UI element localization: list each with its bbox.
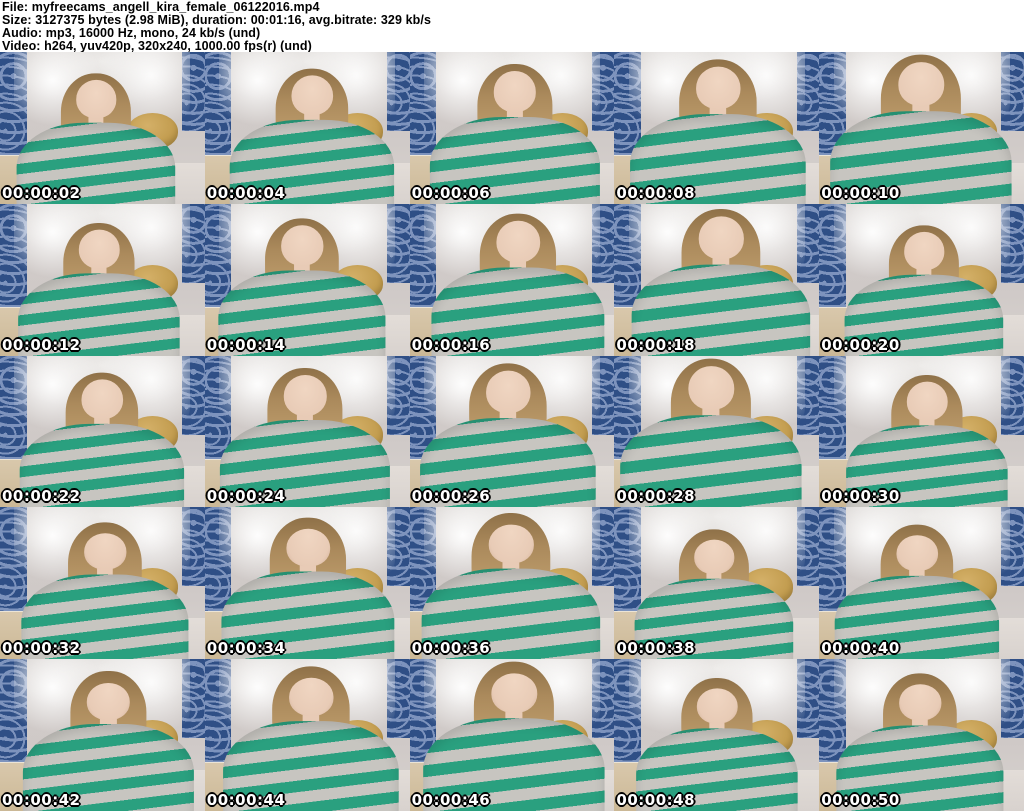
frame-timestamp: 00:00:32 bbox=[2, 639, 81, 658]
frame-timestamp: 00:00:30 bbox=[821, 487, 900, 506]
frame-timestamp: 00:00:02 bbox=[2, 183, 81, 202]
video-frame-thumbnail: 00:00:40 bbox=[819, 507, 1024, 660]
person-figure bbox=[221, 514, 395, 660]
video-frame-thumbnail: 00:00:20 bbox=[819, 203, 1024, 356]
person-face bbox=[698, 216, 744, 260]
person-face bbox=[688, 365, 734, 410]
frame-timestamp: 00:00:12 bbox=[2, 335, 81, 354]
frame-timestamp: 00:00:48 bbox=[616, 791, 696, 809]
file-info-line: File: myfreecams_angell_kira_female_0612… bbox=[2, 0, 320, 14]
video-frame-thumbnail: 00:00:28 bbox=[614, 355, 820, 508]
person-figure bbox=[431, 210, 605, 356]
thumbnail-grid: 00:00:02 00:00:04 00:00:06 00:00:08 00:0… bbox=[0, 52, 1024, 811]
person-face bbox=[289, 678, 334, 717]
frame-timestamp: 00:00:04 bbox=[206, 183, 286, 202]
person-figure bbox=[218, 215, 386, 356]
video-contact-sheet: File: myfreecams_angell_kira_female_0612… bbox=[0, 0, 1024, 811]
frame-timestamp: 00:00:20 bbox=[821, 335, 900, 354]
frame-timestamp: 00:00:24 bbox=[206, 487, 286, 506]
person-figure bbox=[423, 659, 605, 811]
video-frame-thumbnail: 00:00:32 bbox=[0, 507, 205, 660]
person-figure bbox=[619, 356, 802, 508]
video-frame-thumbnail: 00:00:26 bbox=[409, 355, 615, 508]
person-face bbox=[87, 682, 130, 720]
person-face bbox=[897, 62, 944, 107]
person-face bbox=[76, 79, 117, 119]
person-figure bbox=[421, 509, 601, 660]
person-figure bbox=[835, 671, 1004, 811]
video-frame-thumbnail: 00:00:38 bbox=[614, 507, 820, 660]
frame-timestamp: 00:00:18 bbox=[616, 335, 696, 354]
frame-timestamp: 00:00:46 bbox=[411, 791, 491, 809]
person-figure bbox=[223, 664, 400, 811]
frame-timestamp: 00:00:26 bbox=[411, 487, 491, 506]
person-face bbox=[895, 535, 938, 571]
video-info-line: Video: h264, yuv420p, 320x240, 1000.00 f… bbox=[2, 38, 312, 53]
person-figure bbox=[629, 56, 806, 204]
video-frame-thumbnail: 00:00:24 bbox=[204, 355, 410, 508]
frame-timestamp: 00:00:38 bbox=[616, 639, 696, 658]
video-frame-thumbnail: 00:00:04 bbox=[204, 52, 410, 204]
person-face bbox=[485, 370, 530, 414]
person-face bbox=[906, 381, 947, 421]
frame-timestamp: 00:00:34 bbox=[206, 639, 286, 658]
video-frame-thumbnail: 00:00:36 bbox=[409, 507, 615, 660]
person-figure bbox=[829, 52, 1012, 204]
frame-timestamp: 00:00:40 bbox=[821, 639, 900, 658]
person-face bbox=[488, 524, 534, 564]
video-frame-thumbnail: 00:00:02 bbox=[0, 52, 205, 204]
person-figure bbox=[631, 206, 811, 356]
video-frame-thumbnail: 00:00:46 bbox=[409, 659, 615, 811]
frame-timestamp: 00:00:42 bbox=[2, 791, 81, 809]
person-face bbox=[286, 528, 330, 567]
frame-timestamp: 00:00:50 bbox=[821, 791, 900, 809]
person-figure bbox=[419, 360, 596, 508]
video-frame-thumbnail: 00:00:08 bbox=[614, 52, 820, 204]
video-frame-thumbnail: 00:00:22 bbox=[0, 355, 205, 508]
size-duration-bitrate-line: Size: 3127375 bytes (2.98 MiB), duration… bbox=[2, 12, 431, 27]
person-face bbox=[898, 684, 941, 722]
person-face bbox=[283, 374, 327, 417]
frame-timestamp: 00:00:08 bbox=[616, 183, 696, 202]
frame-timestamp: 00:00:44 bbox=[206, 791, 286, 809]
frame-timestamp: 00:00:28 bbox=[616, 487, 696, 506]
person-face bbox=[84, 532, 127, 570]
frame-timestamp: 00:00:14 bbox=[206, 335, 286, 354]
person-face bbox=[79, 229, 120, 269]
video-frame-thumbnail: 00:00:16 bbox=[409, 203, 615, 356]
video-frame-thumbnail: 00:00:50 bbox=[819, 659, 1024, 811]
person-face bbox=[81, 379, 123, 420]
video-frame-thumbnail: 00:00:06 bbox=[409, 52, 615, 204]
person-face bbox=[903, 231, 944, 271]
frame-timestamp: 00:00:10 bbox=[821, 183, 900, 202]
person-face bbox=[281, 225, 324, 266]
frame-timestamp: 00:00:36 bbox=[411, 639, 491, 658]
person-face bbox=[696, 688, 738, 725]
person-figure bbox=[21, 519, 190, 660]
person-face bbox=[693, 539, 734, 574]
person-face bbox=[491, 673, 537, 714]
frame-timestamp: 00:00:06 bbox=[411, 183, 491, 202]
video-frame-thumbnail: 00:00:44 bbox=[204, 659, 410, 811]
video-frame-thumbnail: 00:00:18 bbox=[614, 203, 820, 356]
person-figure bbox=[219, 365, 391, 508]
person-face bbox=[496, 220, 540, 263]
video-frame-thumbnail: 00:00:30 bbox=[819, 355, 1024, 508]
audio-info-line: Audio: mp3, 16000 Hz, mono, 24 kb/s (und… bbox=[2, 25, 261, 40]
person-face bbox=[493, 71, 537, 113]
video-frame-thumbnail: 00:00:14 bbox=[204, 203, 410, 356]
video-frame-thumbnail: 00:00:42 bbox=[0, 659, 205, 811]
video-frame-thumbnail: 00:00:48 bbox=[614, 659, 820, 811]
frame-timestamp: 00:00:16 bbox=[411, 335, 491, 354]
person-face bbox=[291, 75, 333, 116]
video-frame-thumbnail: 00:00:34 bbox=[204, 507, 410, 660]
media-info-header: File: myfreecams_angell_kira_female_0612… bbox=[0, 0, 1024, 52]
frame-timestamp: 00:00:22 bbox=[2, 487, 81, 506]
video-frame-thumbnail: 00:00:10 bbox=[819, 52, 1024, 204]
person-figure bbox=[429, 61, 601, 204]
person-face bbox=[695, 66, 740, 110]
video-frame-thumbnail: 00:00:12 bbox=[0, 203, 205, 356]
person-figure bbox=[23, 668, 194, 811]
